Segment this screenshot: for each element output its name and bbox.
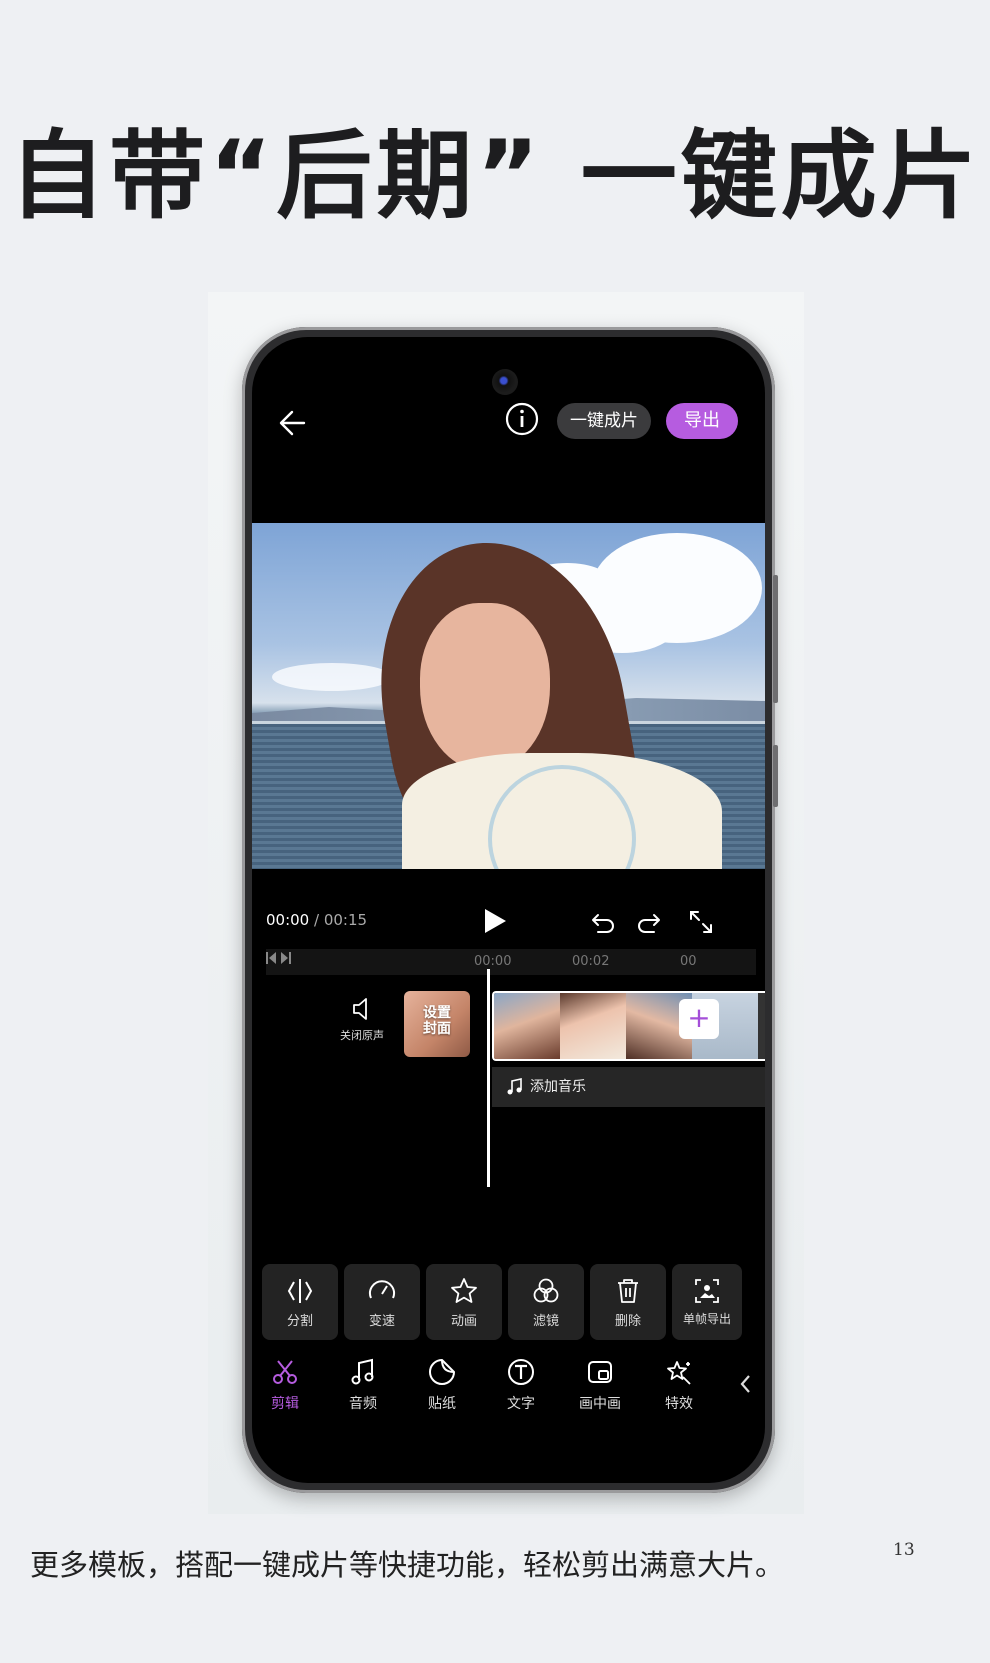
speaker-icon [353, 998, 367, 1020]
tab-text[interactable]: 文字 [486, 1351, 556, 1413]
add-music-track[interactable]: 添加音乐 [492, 1067, 765, 1107]
edit-tool-bar: 分割 变速 动画 滤镜 删除 单帧导出 [262, 1264, 765, 1340]
jump-start-icon[interactable] [266, 952, 276, 964]
total-time: 00:15 [323, 911, 368, 929]
cloud [272, 663, 392, 691]
front-camera [492, 369, 518, 395]
cover-label-line1: 设置 [423, 1005, 451, 1021]
tool-delete[interactable]: 删除 [590, 1264, 666, 1340]
info-icon[interactable] [504, 401, 540, 437]
phone-frame: 一键成片 导出 00:00 / 00:15 00:00 00:02 00 关闭原… [242, 327, 778, 1493]
fullscreen-icon[interactable] [688, 909, 714, 935]
tool-split[interactable]: 分割 [262, 1264, 338, 1340]
set-cover-button[interactable]: 设置 封面 [404, 991, 470, 1057]
phone-screen: 一键成片 导出 00:00 / 00:15 00:00 00:02 00 关闭原… [252, 337, 765, 1483]
add-clip-button[interactable]: + [679, 999, 719, 1039]
play-icon[interactable] [482, 907, 508, 935]
tab-effects[interactable]: 特效 [644, 1351, 714, 1413]
tab-audio[interactable]: 音频 [328, 1351, 398, 1413]
tool-label: 单帧导出 [682, 1312, 731, 1326]
time-display: 00:00 / 00:15 [266, 911, 367, 929]
tool-label: 删除 [614, 1314, 641, 1329]
tab-label: 贴纸 [428, 1396, 456, 1412]
tool-label: 变速 [368, 1314, 395, 1329]
jump-end-icon[interactable] [281, 952, 292, 964]
effects-icon [667, 1361, 691, 1385]
ruler-mark: 00:02 [572, 954, 610, 969]
tab-edit[interactable]: 剪辑 [262, 1351, 308, 1413]
tool-animation[interactable]: 动画 [426, 1264, 502, 1340]
sticker-icon [429, 1359, 455, 1385]
mute-label: 关闭原声 [340, 1029, 384, 1042]
tab-sticker[interactable]: 贴纸 [407, 1351, 477, 1413]
bottom-tab-bar: 剪辑 音频 贴纸 文字 画中画 特效 [262, 1351, 765, 1421]
split-icon [287, 1279, 313, 1303]
chevron-left-icon[interactable] [738, 1373, 752, 1395]
playback-controls: 00:00 / 00:15 [252, 897, 765, 947]
tab-label: 剪辑 [271, 1396, 299, 1412]
text-icon [508, 1359, 534, 1385]
tool-filter[interactable]: 滤镜 [508, 1264, 584, 1340]
music-note-icon [507, 1078, 522, 1095]
ruler-mark: 00 [680, 954, 697, 969]
star-icon [451, 1278, 477, 1303]
caption: 更多模板，搭配一键成片等快捷功能，轻松剪出满意大片。 [30, 1548, 785, 1582]
filter-icon [533, 1278, 559, 1303]
headline: 自带“后期” 一键成片 [9, 120, 981, 232]
tool-label: 分割 [286, 1314, 313, 1329]
trash-icon [618, 1279, 638, 1303]
tool-label: 动画 [450, 1314, 477, 1329]
ruler-mark: 00:00 [474, 954, 512, 969]
current-time: 00:00 [266, 911, 310, 929]
volume-button [773, 575, 778, 703]
playhead[interactable] [487, 969, 490, 1187]
scissors-icon [273, 1360, 297, 1384]
subject-face [420, 603, 550, 771]
add-music-label: 添加音乐 [530, 1079, 586, 1095]
tab-label: 特效 [665, 1396, 693, 1412]
video-clip-track[interactable] [492, 991, 765, 1061]
timeline-ruler[interactable]: 00:00 00:02 00 [266, 949, 756, 975]
tool-speed[interactable]: 变速 [344, 1264, 420, 1340]
frame-export-icon [695, 1279, 719, 1303]
cover-label-line2: 封面 [423, 1021, 451, 1037]
tool-frame-export[interactable]: 单帧导出 [672, 1264, 742, 1340]
export-button[interactable]: 导出 [666, 403, 738, 439]
tool-label: 滤镜 [532, 1314, 559, 1329]
page-number: 13 [893, 1540, 915, 1560]
tab-pip[interactable]: 画中画 [565, 1351, 635, 1413]
clip-frame [560, 993, 626, 1059]
tab-label: 文字 [507, 1396, 535, 1412]
speed-icon [369, 1280, 395, 1299]
pip-icon [588, 1361, 612, 1383]
undo-icon[interactable] [590, 911, 616, 933]
music-note-icon [351, 1358, 374, 1385]
video-preview[interactable] [252, 523, 765, 869]
redo-icon[interactable] [636, 911, 662, 933]
oneclick-button[interactable]: 一键成片 [557, 403, 651, 439]
cover-label: 设置 封面 [404, 1005, 470, 1037]
clip-frame [494, 993, 560, 1059]
tab-label: 音频 [349, 1396, 377, 1412]
power-button [773, 745, 778, 807]
back-arrow-icon[interactable] [274, 403, 314, 443]
time-separator: / [309, 911, 324, 929]
tab-label: 画中画 [579, 1396, 621, 1412]
mute-original-button[interactable]: 关闭原声 [332, 997, 392, 1043]
